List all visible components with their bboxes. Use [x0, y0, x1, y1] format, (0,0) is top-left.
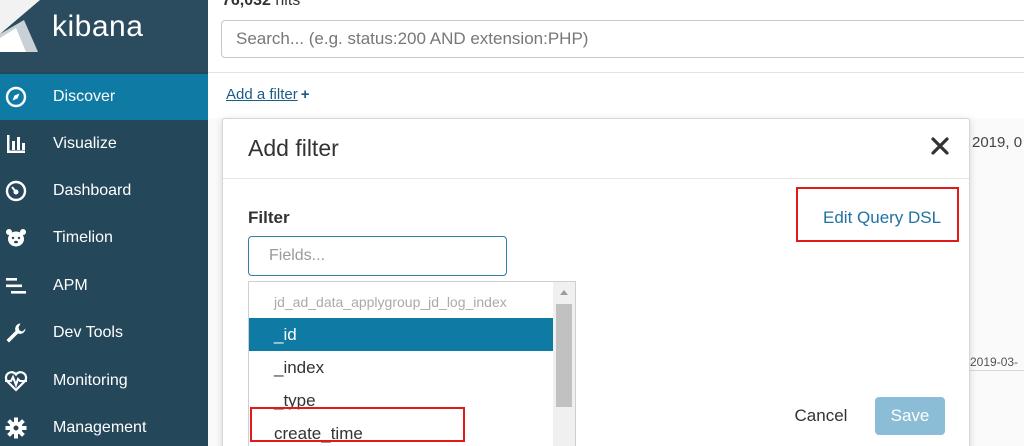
dropdown-scrollbar[interactable] — [553, 282, 575, 446]
close-icon[interactable] — [931, 137, 951, 157]
gear-icon — [4, 416, 28, 440]
scrollbar-thumb[interactable] — [556, 304, 572, 407]
histogram-axis-label: 2019-03- — [970, 355, 1019, 369]
dropdown-group-label: jd_ad_data_applygroup_jd_log_index — [274, 294, 507, 310]
filter-label: Filter — [248, 208, 290, 227]
hits-counter: 76,032 hits — [222, 0, 300, 10]
highlight-annotation-box — [250, 407, 465, 442]
sidebar-item-label: APM — [53, 277, 88, 294]
sidebar-item-label: Dev Tools — [53, 324, 123, 341]
sidebar-item-label: Management — [53, 419, 147, 436]
edit-query-dsl-link[interactable]: Edit Query DSL — [823, 208, 941, 228]
heartbeat-icon — [4, 369, 28, 393]
scroll-up-arrow-icon[interactable] — [560, 290, 568, 295]
compass-icon — [4, 85, 28, 109]
histogram-axis-line — [968, 370, 1024, 371]
modal-header-divider — [223, 178, 969, 179]
sidebar-item-apm[interactable]: APM — [0, 263, 208, 309]
add-filter-label: Add a filter — [226, 86, 298, 103]
sidebar: kibana Discover Visualize Dashboard Time… — [0, 0, 208, 446]
sidebar-item-management[interactable]: Management — [0, 405, 208, 446]
header-divider — [208, 72, 1024, 73]
date-range-text: 2019, 0 — [972, 134, 1023, 151]
sidebar-item-timelion[interactable]: Timelion — [0, 215, 208, 261]
sidebar-item-discover[interactable]: Discover — [0, 74, 208, 120]
sidebar-item-label: Timelion — [53, 229, 113, 246]
fields-placeholder: Fields... — [269, 247, 326, 264]
logo-text: kibana — [52, 10, 144, 43]
hits-count: 76,032 — [222, 0, 271, 9]
sidebar-item-label: Visualize — [53, 135, 117, 152]
sidebar-item-visualize[interactable]: Visualize — [0, 121, 208, 167]
save-button[interactable]: Save — [875, 397, 945, 435]
search-placeholder: Search... (e.g. status:200 AND extension… — [236, 29, 589, 48]
add-filter-modal: Add filter Filter Edit Query DSL Fields.… — [222, 118, 970, 446]
sidebar-item-label: Monitoring — [53, 372, 128, 389]
modal-title: Add filter — [248, 135, 339, 161]
plus-icon: + — [300, 86, 310, 103]
gauge-icon — [4, 179, 28, 203]
bear-icon — [4, 226, 28, 250]
wrench-icon — [4, 321, 28, 345]
dropdown-option-id[interactable]: _id — [249, 318, 553, 351]
dropdown-option-index[interactable]: _index — [249, 351, 553, 384]
search-input[interactable]: Search... (e.g. status:200 AND extension… — [221, 20, 1024, 58]
hits-label: hits — [275, 0, 301, 9]
logo-area[interactable]: kibana — [0, 0, 208, 72]
sidebar-item-dashboard[interactable]: Dashboard — [0, 168, 208, 214]
bar-chart-icon — [4, 132, 28, 156]
kibana-logo-icon — [0, 0, 40, 52]
fields-combobox-input[interactable]: Fields... — [248, 236, 507, 276]
sidebar-item-label: Dashboard — [53, 182, 132, 199]
add-filter-link[interactable]: Add a filter + — [226, 86, 309, 103]
sidebar-item-label: Discover — [53, 88, 116, 105]
cancel-button[interactable]: Cancel — [778, 397, 864, 435]
sidebar-item-monitoring[interactable]: Monitoring — [0, 358, 208, 404]
apm-lines-icon — [4, 274, 28, 298]
sidebar-item-dev-tools[interactable]: Dev Tools — [0, 310, 208, 356]
